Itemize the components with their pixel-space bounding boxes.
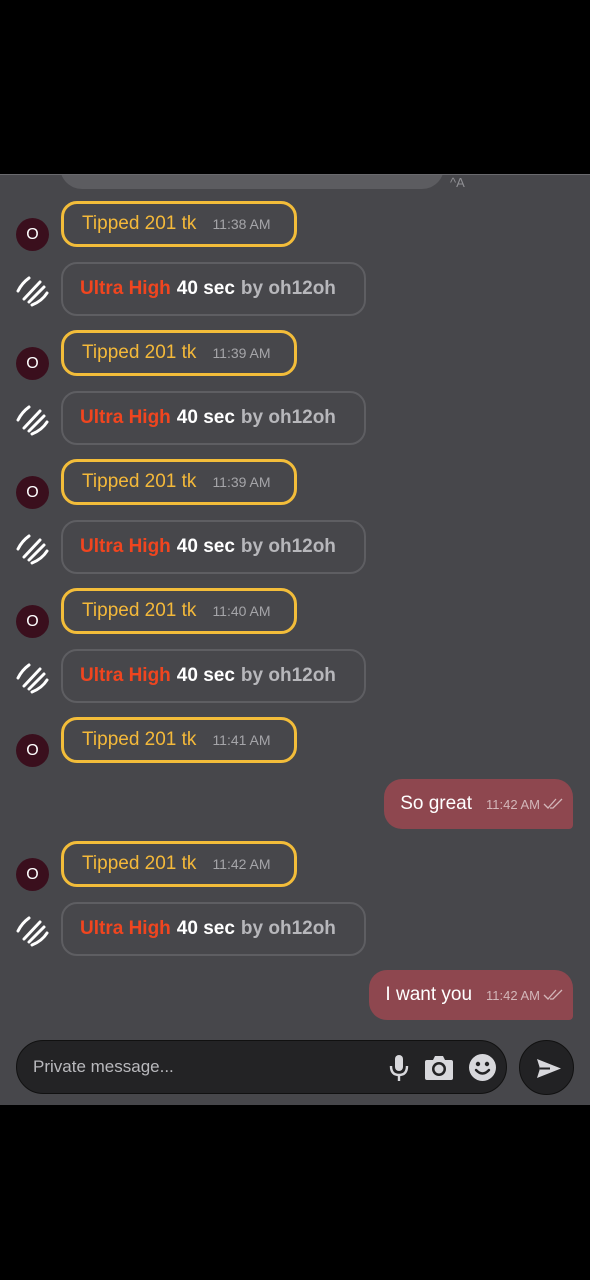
avatar[interactable]: O	[16, 476, 49, 509]
message-time: 11:39 AM	[212, 474, 271, 490]
double-check-icon	[543, 989, 563, 1000]
vibration-icon	[16, 534, 49, 565]
toy-activation-bubble: Ultra High 40 sec by oh12oh	[61, 391, 366, 445]
toy-level: Ultra High	[80, 918, 171, 939]
tip-text: Tipped 201 tk	[82, 471, 197, 492]
microphone-icon[interactable]	[388, 1054, 410, 1082]
my-message-bubble[interactable]: I want you 11:42 AM	[369, 970, 573, 1020]
tip-text: Tipped 201 tk	[82, 213, 197, 234]
vibration-icon	[16, 405, 49, 436]
toy-tipper: by oh12oh	[240, 665, 336, 686]
message-time: 11:42 AM	[486, 987, 540, 1003]
tip-bubble: Tipped 201 tk 11:42 AM	[61, 841, 297, 887]
avatar[interactable]: O	[16, 605, 49, 638]
avatar[interactable]: O	[16, 218, 49, 251]
chat-area[interactable]: ^A O Tipped 201 tk 11:38 AM Ultra High 4…	[0, 175, 590, 1105]
toy-tipper: by oh12oh	[240, 407, 336, 428]
tip-bubble: Tipped 201 tk 11:39 AM	[61, 330, 297, 376]
my-message-text: I want you	[385, 984, 473, 1005]
tip-text: Tipped 201 tk	[82, 729, 197, 750]
send-button[interactable]	[519, 1040, 574, 1095]
toy-duration: 40 sec	[176, 536, 235, 557]
message-time: 11:41 AM	[212, 732, 271, 748]
vibration-icon	[16, 276, 49, 307]
message-time: 11:39 AM	[212, 345, 271, 361]
toy-activation-bubble: Ultra High 40 sec by oh12oh	[61, 262, 366, 316]
toy-duration: 40 sec	[176, 918, 235, 939]
message-input-bar[interactable]: Private message...	[16, 1040, 507, 1094]
toy-duration: 40 sec	[176, 278, 235, 299]
tip-bubble: Tipped 201 tk 11:38 AM	[61, 201, 297, 247]
tip-bubble: Tipped 201 tk 11:40 AM	[61, 588, 297, 634]
message-time: 11:42 AM	[486, 796, 540, 812]
message-time: 11:42 AM	[212, 856, 271, 872]
message-input[interactable]: Private message...	[33, 1057, 174, 1077]
send-icon	[537, 1059, 561, 1078]
toy-tipper: by oh12oh	[240, 278, 336, 299]
previous-message-label: ^A	[450, 175, 465, 190]
toy-level: Ultra High	[80, 536, 171, 557]
double-check-icon	[543, 798, 563, 809]
toy-activation-bubble: Ultra High 40 sec by oh12oh	[61, 902, 366, 956]
toy-duration: 40 sec	[176, 665, 235, 686]
previous-message-bubble	[60, 175, 444, 189]
toy-level: Ultra High	[80, 665, 171, 686]
tip-bubble: Tipped 201 tk 11:39 AM	[61, 459, 297, 505]
avatar[interactable]: O	[16, 347, 49, 380]
avatar[interactable]: O	[16, 858, 49, 891]
message-time: 11:40 AM	[212, 603, 271, 619]
tip-text: Tipped 201 tk	[82, 342, 197, 363]
avatar[interactable]: O	[16, 734, 49, 767]
vibration-icon	[16, 916, 49, 947]
toy-level: Ultra High	[80, 407, 171, 428]
emoji-icon[interactable]	[468, 1053, 497, 1082]
vibration-icon	[16, 663, 49, 694]
tip-text: Tipped 201 tk	[82, 600, 197, 621]
toy-duration: 40 sec	[176, 407, 235, 428]
toy-tipper: by oh12oh	[240, 536, 336, 557]
tip-text: Tipped 201 tk	[82, 853, 197, 874]
my-message-text: So great	[400, 793, 473, 814]
tip-bubble: Tipped 201 tk 11:41 AM	[61, 717, 297, 763]
toy-level: Ultra High	[80, 278, 171, 299]
my-message-bubble[interactable]: So great 11:42 AM	[384, 779, 573, 829]
toy-activation-bubble: Ultra High 40 sec by oh12oh	[61, 649, 366, 703]
toy-tipper: by oh12oh	[240, 918, 336, 939]
toy-activation-bubble: Ultra High 40 sec by oh12oh	[61, 520, 366, 574]
message-time: 11:38 AM	[212, 216, 271, 232]
camera-icon[interactable]	[424, 1054, 454, 1081]
